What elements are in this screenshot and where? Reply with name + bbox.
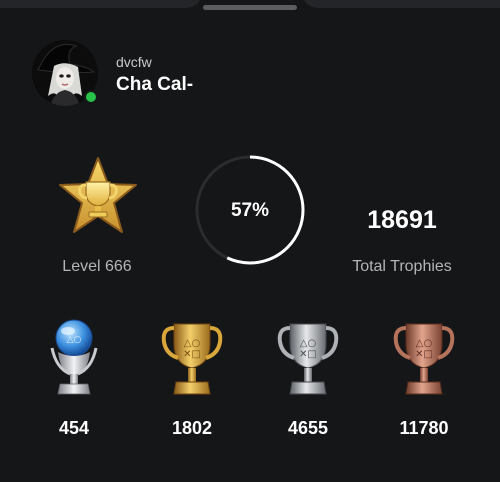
level-label: Level 666 xyxy=(62,258,132,275)
profile-name: Cha Cal- xyxy=(116,74,194,95)
avatar-container[interactable] xyxy=(32,40,98,106)
gold-trophy-icon: △○ ✕□ xyxy=(161,323,223,395)
trophy-gold[interactable]: △○ ✕□ xyxy=(142,318,242,400)
top-card-left[interactable] xyxy=(0,0,202,8)
bronze-count: 11780 xyxy=(399,418,449,438)
bronze-trophy-icon: △○ ✕□ xyxy=(393,323,455,395)
platinum-count: 454 xyxy=(58,418,90,438)
sheet-grab-handle[interactable] xyxy=(203,5,297,10)
top-card-right[interactable] xyxy=(302,0,500,8)
silver-count: 4655 xyxy=(287,418,329,438)
gold-trophy-star-icon[interactable] xyxy=(56,156,140,236)
progress-percent: 57% xyxy=(230,200,270,221)
svg-text:△○: △○ xyxy=(300,338,316,349)
trophy-platinum[interactable]: △○ xyxy=(24,318,124,400)
online-status-indicator xyxy=(84,90,98,104)
gold-count: 1802 xyxy=(171,418,213,438)
svg-text:✕□: ✕□ xyxy=(299,349,317,360)
trophy-bronze[interactable]: △○ ✕□ xyxy=(374,318,474,400)
svg-text:△○: △○ xyxy=(416,338,432,349)
silver-trophy-icon: △○ ✕□ xyxy=(277,323,339,395)
svg-text:△○: △○ xyxy=(184,338,200,349)
svg-text:✕□: ✕□ xyxy=(183,349,201,360)
online-id: dvcfw xyxy=(116,54,152,70)
total-trophies-label: Total Trophies xyxy=(352,258,452,275)
svg-text:△○: △○ xyxy=(67,335,82,345)
trophy-summary-screen: dvcfw Cha Cal- Level 666 57% 18691 Total… xyxy=(0,0,500,482)
platinum-trophy-icon: △○ xyxy=(50,319,98,395)
total-trophies-value: 18691 xyxy=(367,206,437,234)
svg-text:✕□: ✕□ xyxy=(415,349,433,360)
trophy-silver[interactable]: △○ ✕□ xyxy=(258,318,358,400)
